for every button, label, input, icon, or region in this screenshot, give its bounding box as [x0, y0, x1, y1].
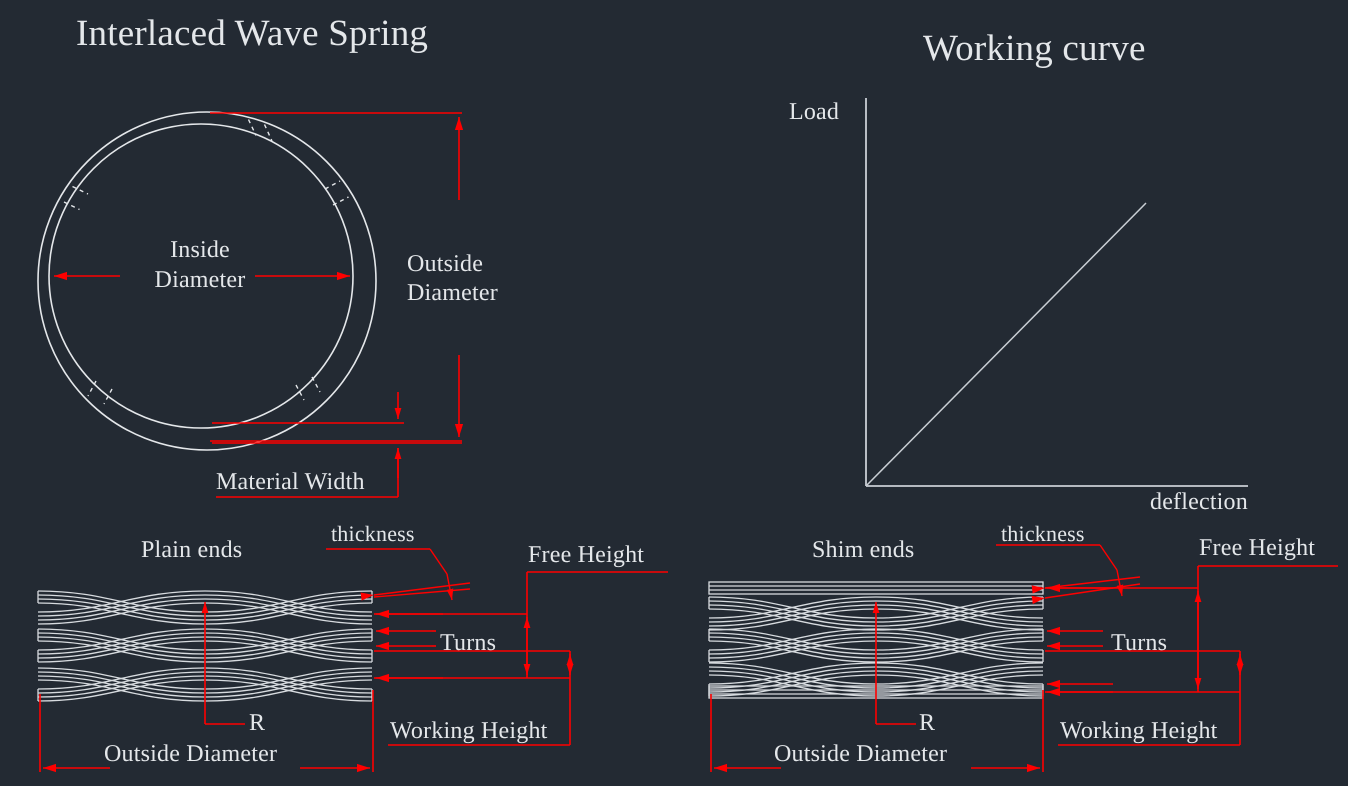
shim-outside-diameter-label: Outside Diameter	[774, 741, 948, 767]
outside-diameter-label-line1: Outside	[407, 251, 484, 277]
plain-radius-label: R	[249, 710, 266, 736]
inside-diameter-label-line2: Diameter	[154, 267, 246, 293]
inside-diameter-label-line1: Inside	[170, 237, 230, 263]
plain-thickness-label: thickness	[331, 521, 415, 546]
drawing-canvas: Interlaced Wave Spring Working curve Ins…	[0, 0, 1348, 786]
shim-radius-label: R	[919, 710, 936, 736]
deflection-axis-label: deflection	[1150, 489, 1248, 515]
shim-free-height-label: Free Height	[1199, 535, 1316, 561]
working-curve-plot	[865, 98, 1248, 487]
plain-ends-name-label: Plain ends	[141, 537, 243, 563]
thickness-arrow	[446, 573, 454, 601]
plain-ends-dimensions	[39, 548, 668, 773]
shim-working-height-label: Working Height	[1060, 718, 1218, 744]
outside-diameter-label-line2: Diameter	[407, 280, 498, 306]
shim-plate-top	[708, 581, 1044, 595]
material-width-label: Material Width	[216, 469, 365, 495]
shim-turns-label: Turns	[1111, 630, 1168, 656]
plain-free-height-label: Free Height	[528, 542, 645, 568]
load-axis-label: Load	[789, 99, 840, 125]
shim-ends-dimensions	[710, 544, 1338, 773]
thickness-leader	[429, 548, 448, 575]
shim-thickness-leader	[1099, 544, 1118, 571]
shim-ends-name-label: Shim ends	[812, 537, 915, 563]
load-deflection-line	[866, 202, 1147, 486]
shim-thickness-arrow	[1116, 569, 1124, 597]
technical-drawing-svg	[37, 98, 1338, 773]
plain-working-height-label: Working Height	[390, 718, 548, 744]
right-title: Working curve	[923, 28, 1146, 69]
plain-turns-label: Turns	[440, 630, 497, 656]
left-title: Interlaced Wave Spring	[76, 13, 429, 54]
plain-outside-diameter-label: Outside Diameter	[104, 741, 278, 767]
shim-thickness-label: thickness	[1001, 521, 1085, 546]
